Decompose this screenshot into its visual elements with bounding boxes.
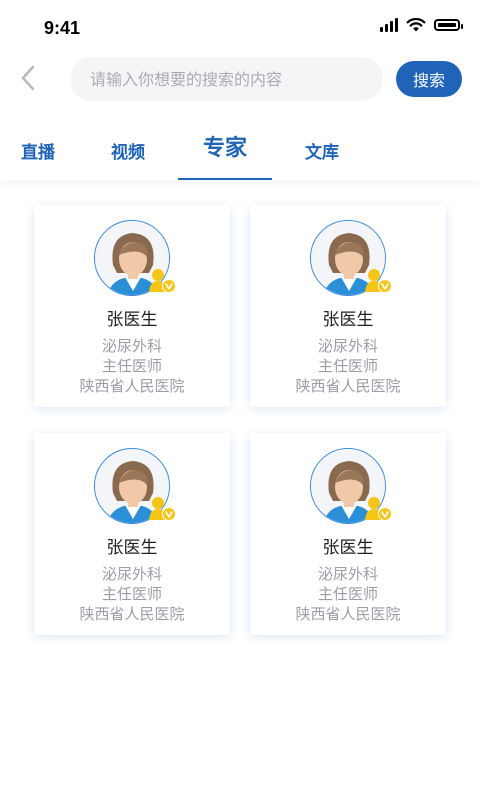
tab-label: 视频 <box>111 143 145 163</box>
wifi-icon <box>406 18 426 32</box>
status-bar: 9:41 <box>0 0 480 56</box>
expert-hospital: 陕西省人民医院 <box>295 377 401 395</box>
verified-badge-icon <box>149 269 176 293</box>
tab-label: 直播 <box>21 143 55 163</box>
verified-badge-icon <box>365 497 392 521</box>
verified-badge-icon <box>365 269 392 293</box>
status-time: 9:41 <box>44 18 81 38</box>
expert-name: 张医生 <box>322 310 374 330</box>
tab-video[interactable]: 视频 <box>102 118 154 180</box>
expert-department: 泌尿外科 <box>317 337 378 355</box>
back-button[interactable] <box>14 62 42 94</box>
verified-badge-icon <box>149 497 176 521</box>
search-box <box>70 57 383 101</box>
tab-library[interactable]: 文库 <box>296 118 348 180</box>
avatar-wrap <box>310 220 392 296</box>
expert-title: 主任医师 <box>101 357 162 375</box>
tab-live[interactable]: 直播 <box>12 118 64 180</box>
search-button[interactable]: 搜索 <box>396 61 462 97</box>
expert-department: 泌尿外科 <box>101 565 162 583</box>
avatar-wrap <box>94 448 176 524</box>
expert-name: 张医生 <box>106 310 158 330</box>
tab-label: 专家 <box>202 136 247 161</box>
status-icons <box>380 18 463 32</box>
avatar-wrap <box>310 448 392 524</box>
tab-bar: 直播 视频 专家 文库 <box>0 118 480 180</box>
expert-hospital: 陕西省人民医院 <box>295 605 401 623</box>
expert-department: 泌尿外科 <box>101 337 162 355</box>
expert-card[interactable]: 张医生 泌尿外科 主任医师 陕西省人民医院 <box>34 433 230 635</box>
signal-icon <box>380 18 398 32</box>
avatar-wrap <box>94 220 176 296</box>
expert-title: 主任医师 <box>317 585 378 603</box>
battery-icon <box>434 19 463 31</box>
expert-card[interactable]: 张医生 泌尿外科 主任医师 陕西省人民医院 <box>34 205 230 407</box>
expert-name: 张医生 <box>322 538 374 558</box>
expert-title: 主任医师 <box>317 357 378 375</box>
expert-card[interactable]: 张医生 泌尿外科 主任医师 陕西省人民医院 <box>250 205 446 407</box>
expert-name: 张医生 <box>106 538 158 558</box>
chevron-left-icon <box>21 65 35 91</box>
tab-label: 文库 <box>305 143 339 163</box>
expert-hospital: 陕西省人民医院 <box>79 377 185 395</box>
tab-experts[interactable]: 专家 <box>178 118 272 180</box>
expert-hospital: 陕西省人民医院 <box>79 605 185 623</box>
search-input[interactable] <box>70 57 383 101</box>
expert-title: 主任医师 <box>101 585 162 603</box>
expert-department: 泌尿外科 <box>317 565 378 583</box>
expert-card[interactable]: 张医生 泌尿外科 主任医师 陕西省人民医院 <box>250 433 446 635</box>
